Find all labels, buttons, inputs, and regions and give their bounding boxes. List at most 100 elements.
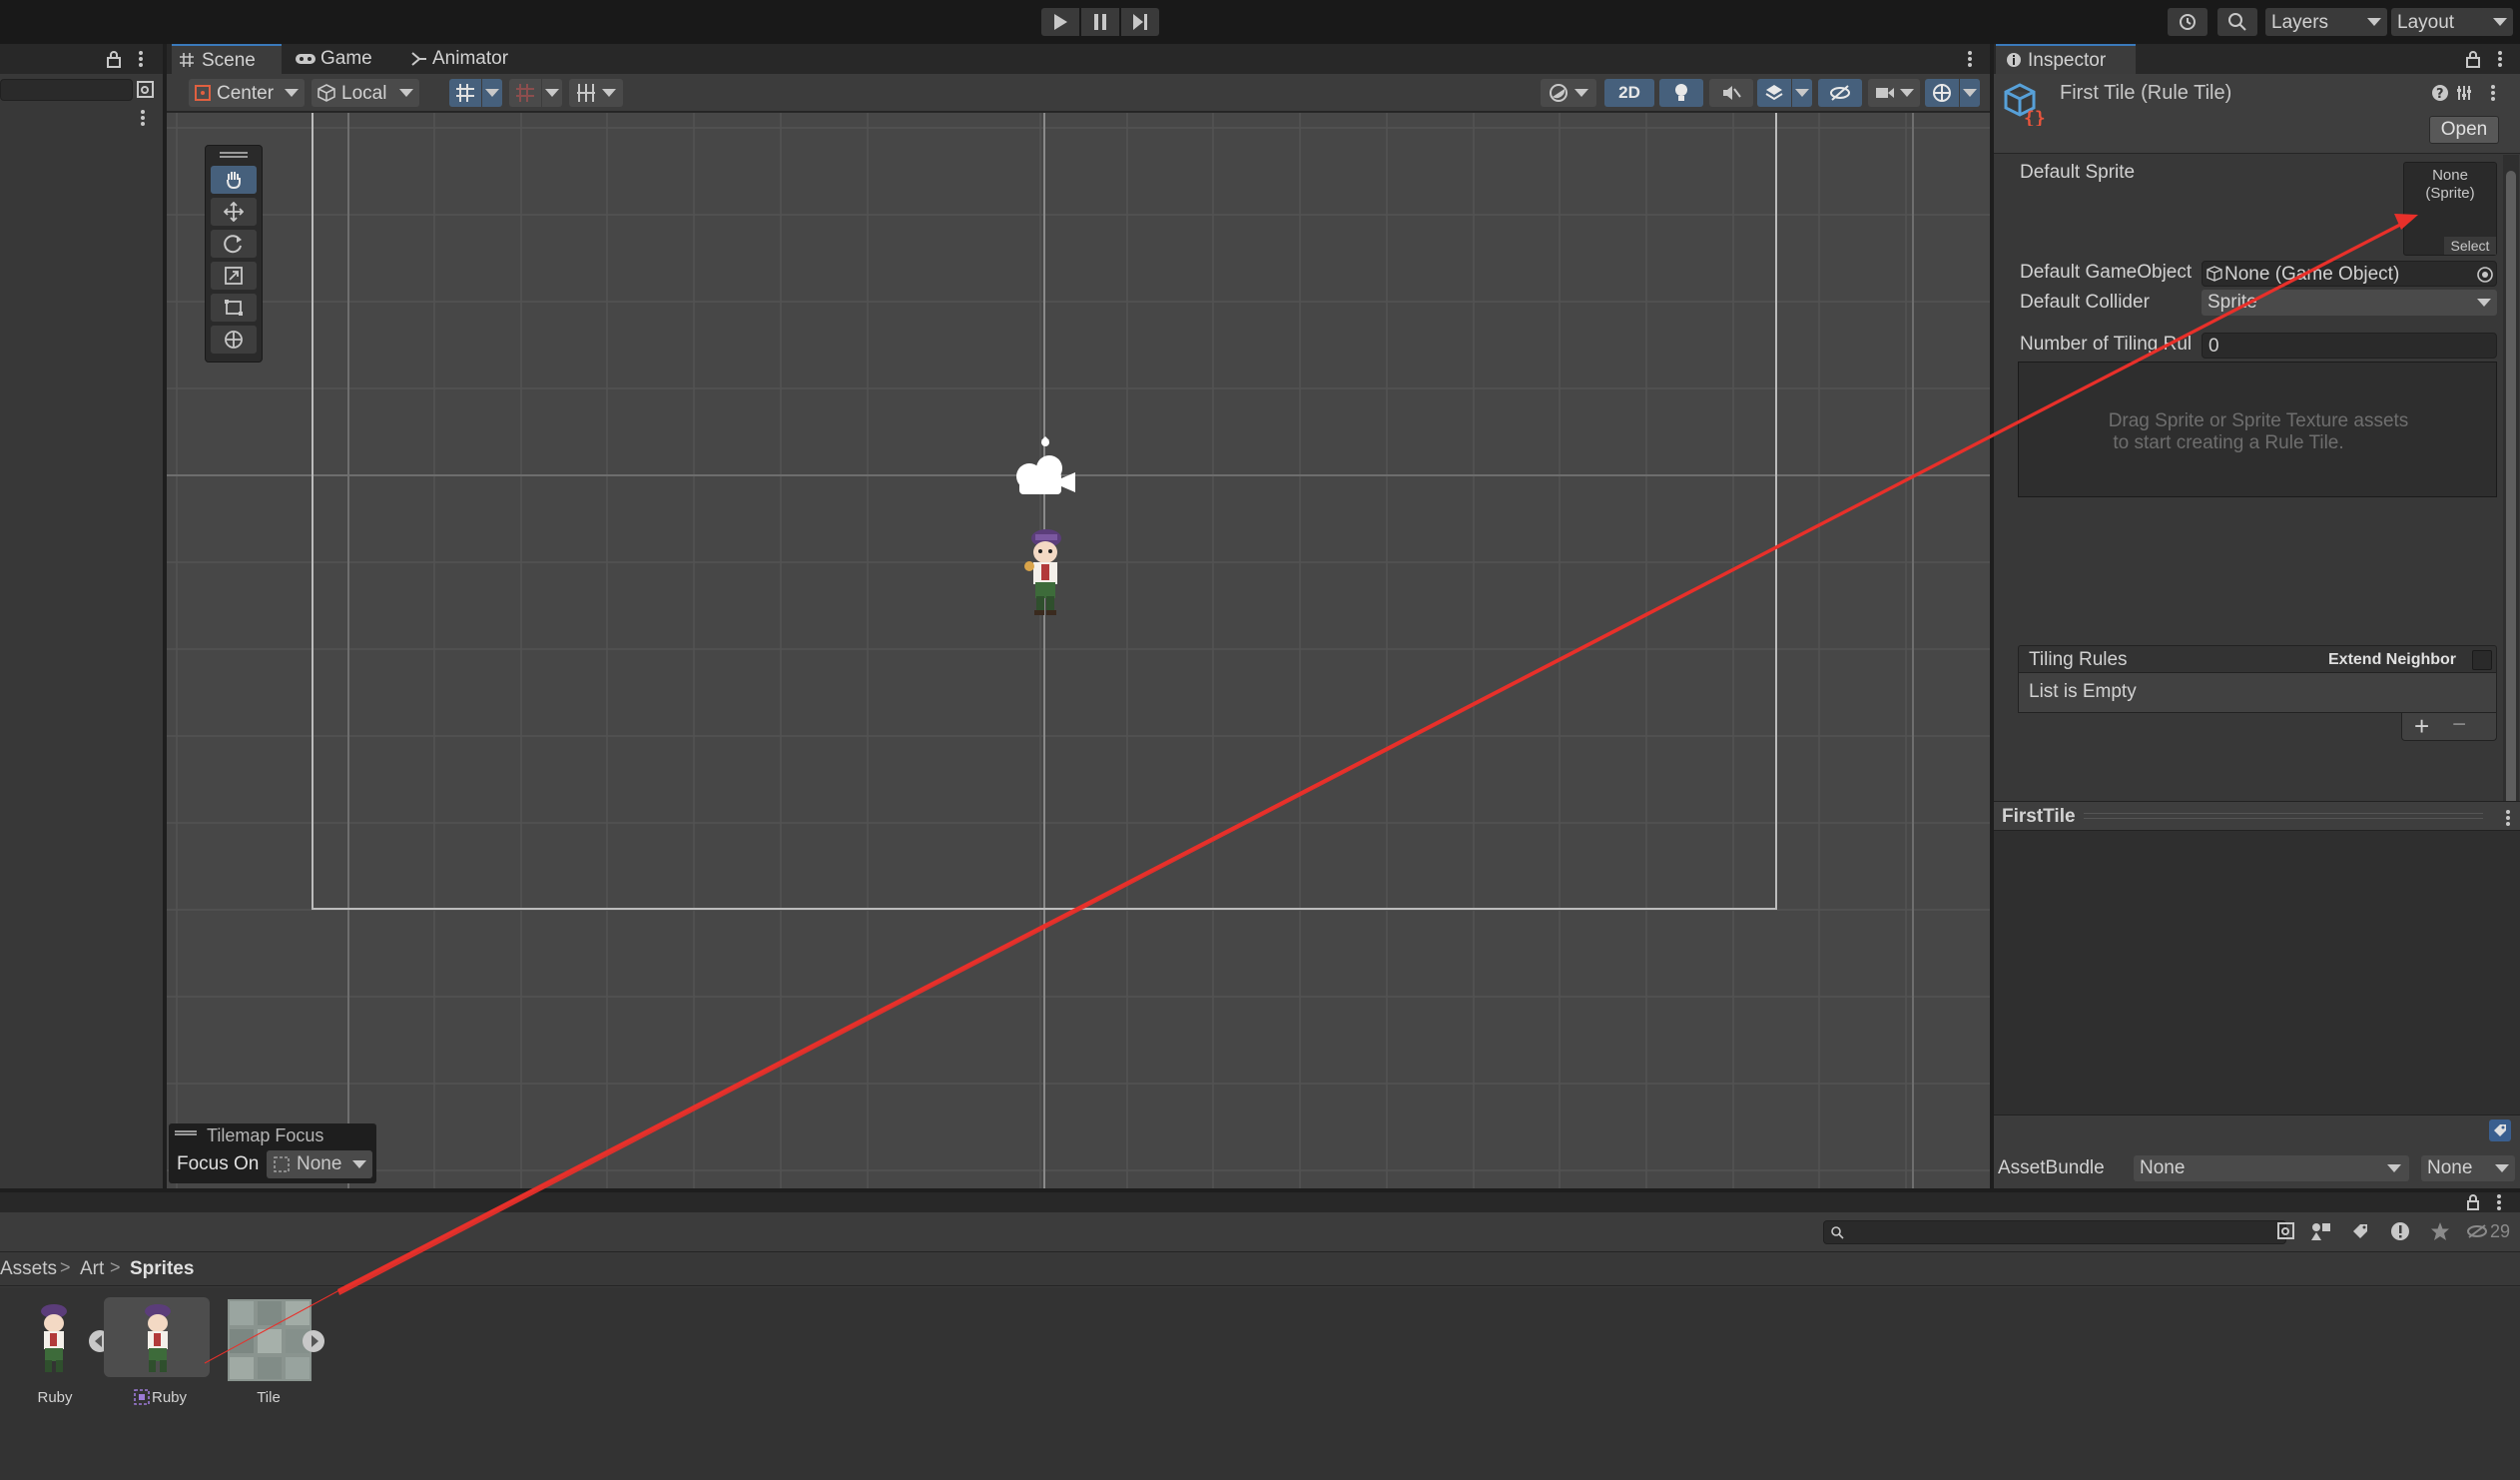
pivot-rotation-dropdown[interactable]: Local bbox=[312, 79, 419, 107]
favorite-star-icon[interactable] bbox=[2430, 1221, 2450, 1241]
remove-rule-button[interactable]: − bbox=[2452, 711, 2466, 739]
preview-title: FirstTile bbox=[2002, 806, 2076, 827]
breadcrumb-assets[interactable]: Assets bbox=[0, 1258, 57, 1280]
grid-snapping-dropdown[interactable] bbox=[482, 79, 502, 107]
grid-snapping-button[interactable] bbox=[449, 79, 481, 107]
main-toolbar: Layers Layout bbox=[0, 0, 2520, 44]
default-gameobject-field[interactable]: None (Game Object) bbox=[2202, 261, 2497, 287]
scene-camera-dropdown[interactable] bbox=[1868, 79, 1920, 107]
kebab-menu-icon[interactable] bbox=[138, 49, 144, 69]
overlay-drag-handle[interactable] bbox=[175, 1130, 197, 1135]
kebab-menu-icon[interactable] bbox=[2497, 49, 2503, 69]
asset-item[interactable]: Tile bbox=[226, 1297, 312, 1407]
help-icon[interactable]: ? bbox=[2431, 84, 2449, 102]
grid-snap-icon bbox=[456, 84, 474, 102]
ruby-character-sprite[interactable] bbox=[1015, 524, 1075, 624]
undo-history-button[interactable] bbox=[2168, 8, 2207, 36]
warning-filter-icon[interactable] bbox=[2390, 1221, 2410, 1241]
tab-scene[interactable]: Scene bbox=[172, 44, 282, 74]
lock-icon[interactable] bbox=[106, 50, 122, 68]
kebab-menu-icon[interactable] bbox=[1967, 49, 1973, 69]
pivot-center-icon bbox=[195, 85, 211, 101]
rect-transform-icon bbox=[225, 300, 243, 316]
play-button[interactable] bbox=[1041, 8, 1079, 36]
toggle-2d-button[interactable]: 2D bbox=[1604, 79, 1654, 107]
add-rule-button[interactable]: + bbox=[2414, 711, 2429, 742]
hidden-packages-eye-icon[interactable] bbox=[2466, 1223, 2488, 1239]
layout-label: Layout bbox=[2397, 12, 2455, 33]
default-collider-dropdown[interactable]: Sprite bbox=[2202, 290, 2497, 316]
lock-icon[interactable] bbox=[2466, 1194, 2480, 1210]
scene-viewport[interactable]: Tilemap Focus Focus On None bbox=[167, 113, 1990, 1188]
rect-tool-button[interactable] bbox=[211, 294, 257, 322]
breadcrumb-art[interactable]: Art bbox=[80, 1258, 104, 1280]
rotate-tool-button[interactable] bbox=[211, 230, 257, 258]
incremental-snap-dropdown[interactable] bbox=[542, 79, 562, 107]
grid-visibility-icon bbox=[577, 84, 595, 102]
project-search-input[interactable] bbox=[1823, 1220, 2286, 1244]
pivot-mode-dropdown[interactable]: Center bbox=[189, 79, 305, 107]
hand-icon bbox=[227, 172, 241, 190]
chevron-down-icon bbox=[545, 89, 559, 97]
inspector-asset-title: First Tile (Rule Tile) bbox=[2060, 82, 2232, 104]
scene-audio-button[interactable] bbox=[1709, 79, 1753, 107]
object-picker-icon[interactable] bbox=[2476, 266, 2494, 284]
scene-effects-dropdown[interactable] bbox=[1792, 79, 1812, 107]
label-tag-icon[interactable] bbox=[2489, 1119, 2511, 1141]
scrollbar-thumb[interactable] bbox=[2506, 171, 2516, 810]
filter-by-label-icon[interactable] bbox=[2350, 1221, 2370, 1241]
tab-inspector[interactable]: Inspector bbox=[1996, 44, 2136, 74]
default-sprite-field[interactable]: None (Sprite) Select bbox=[2403, 162, 2497, 256]
assetbundle-variant-dropdown[interactable]: None bbox=[2421, 1155, 2515, 1181]
asset-item[interactable]: Ruby bbox=[12, 1297, 98, 1407]
assetbundle-dropdown[interactable]: None bbox=[2134, 1155, 2409, 1181]
overlay-drag-handle[interactable] bbox=[220, 152, 248, 158]
kebab-menu-icon[interactable] bbox=[140, 108, 146, 128]
breadcrumb-sprites[interactable]: Sprites bbox=[130, 1258, 194, 1280]
search-button[interactable] bbox=[2217, 8, 2257, 36]
scene-lighting-button[interactable] bbox=[1659, 79, 1703, 107]
shading-mode-dropdown[interactable] bbox=[1541, 79, 1596, 107]
hierarchy-search-input[interactable] bbox=[0, 79, 133, 101]
incremental-snap-button[interactable] bbox=[509, 79, 541, 107]
pause-button[interactable] bbox=[1081, 8, 1119, 36]
expand-sprite-arrow-icon[interactable] bbox=[302, 1329, 325, 1353]
kebab-menu-icon[interactable] bbox=[2490, 83, 2496, 103]
kebab-menu-icon[interactable] bbox=[2496, 1193, 2502, 1211]
number-of-tiling-rules-input[interactable]: 0 bbox=[2202, 333, 2497, 359]
breadcrumb: Assets > Art > Sprites bbox=[0, 1252, 2520, 1286]
open-button[interactable]: Open bbox=[2429, 116, 2499, 144]
scale-tool-button[interactable] bbox=[211, 262, 257, 290]
scene-effects-button[interactable] bbox=[1757, 79, 1791, 107]
sprite-select-button[interactable]: Select bbox=[2444, 237, 2496, 255]
tab-animator[interactable]: Animator bbox=[406, 44, 536, 74]
chevron-down-icon bbox=[1899, 89, 1914, 97]
focus-on-dropdown[interactable]: None bbox=[267, 1150, 372, 1178]
transform-tool-button[interactable] bbox=[211, 326, 257, 354]
gizmos-dropdown[interactable] bbox=[1960, 79, 1980, 107]
toggle-2d-label: 2D bbox=[1618, 83, 1640, 102]
gizmos-button[interactable] bbox=[1925, 79, 1959, 107]
preview-drag-handle[interactable] bbox=[2084, 813, 2483, 819]
move-tool-button[interactable] bbox=[211, 198, 257, 226]
kebab-menu-icon[interactable] bbox=[2505, 808, 2511, 828]
layout-dropdown[interactable]: Layout bbox=[2391, 8, 2513, 36]
grid-visibility-dropdown[interactable] bbox=[569, 79, 623, 107]
search-by-type-icon[interactable] bbox=[2276, 1221, 2296, 1241]
extend-neighbor-checkbox[interactable] bbox=[2472, 650, 2492, 670]
preview-header[interactable]: FirstTile bbox=[1994, 801, 2520, 831]
lock-icon[interactable] bbox=[2465, 50, 2481, 68]
step-button[interactable] bbox=[1121, 8, 1159, 36]
asset-item[interactable]: Ruby bbox=[104, 1297, 210, 1407]
layers-dropdown[interactable]: Layers bbox=[2265, 8, 2387, 36]
camera-gizmo-icon[interactable] bbox=[1005, 434, 1085, 504]
hand-tool-button[interactable] bbox=[211, 166, 257, 194]
filter-by-type-icon[interactable] bbox=[2310, 1221, 2332, 1241]
sprite-drop-area[interactable]: Drag Sprite or Sprite Texture assets to … bbox=[2018, 362, 2497, 497]
preset-icon[interactable] bbox=[2455, 84, 2473, 102]
search-scene-icon[interactable] bbox=[136, 80, 156, 100]
eye-hidden-icon bbox=[1830, 85, 1850, 101]
tab-game[interactable]: Game bbox=[287, 44, 396, 74]
scene-visibility-button[interactable] bbox=[1818, 79, 1862, 107]
inspector-scrollbar[interactable] bbox=[2503, 155, 2519, 840]
